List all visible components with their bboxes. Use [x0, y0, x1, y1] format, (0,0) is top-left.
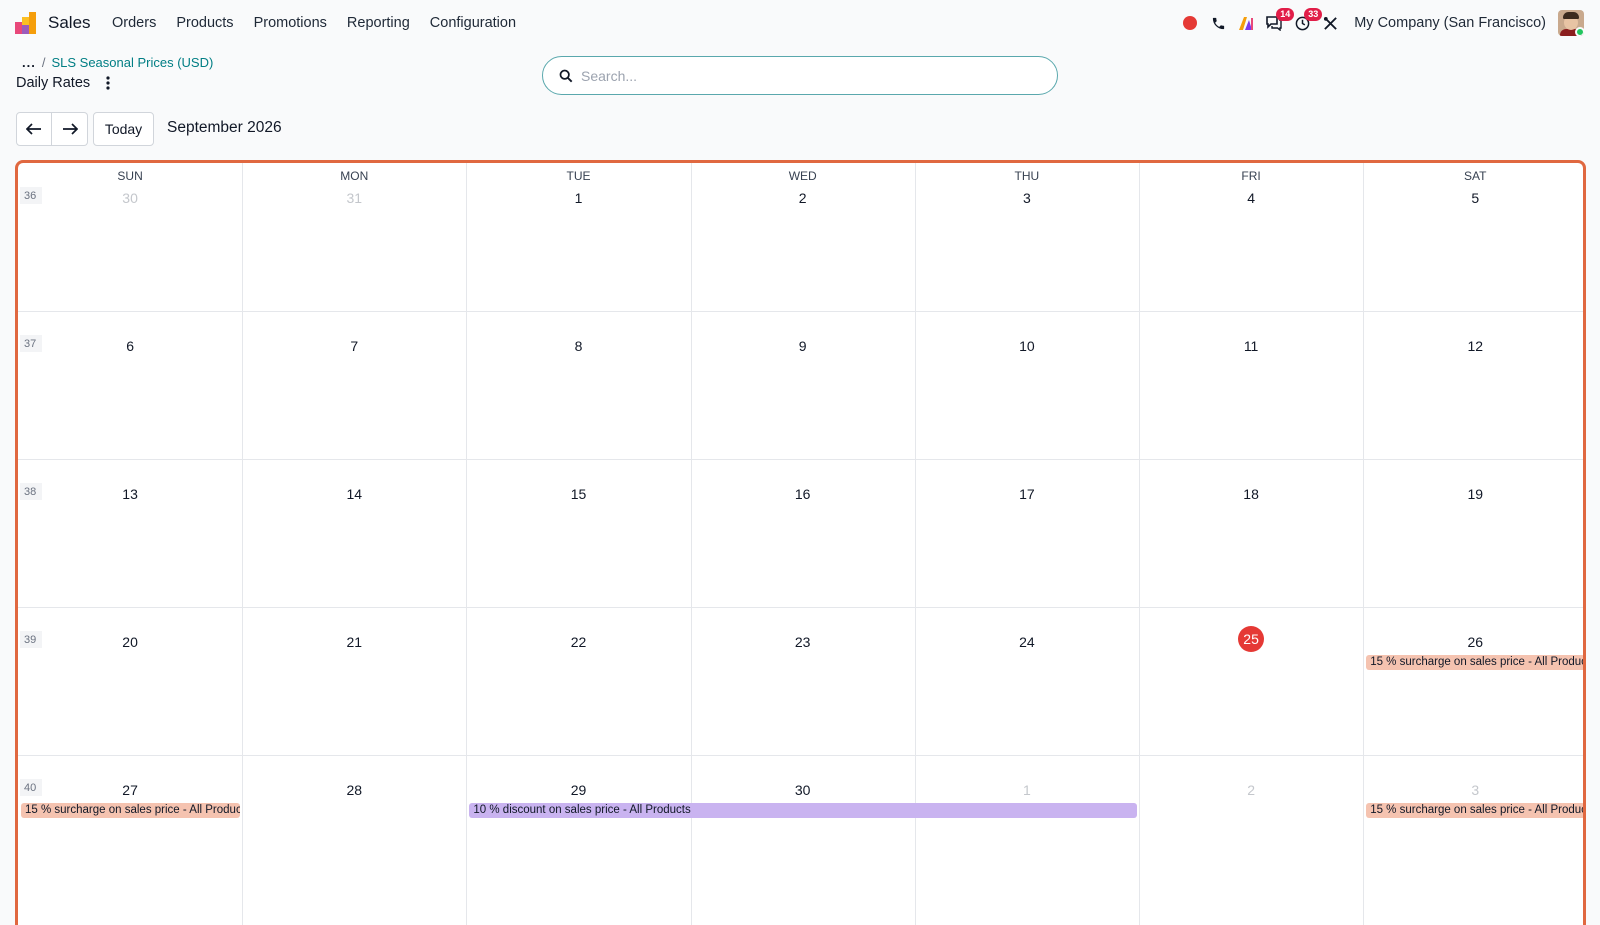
day-number[interactable]: 3	[1460, 782, 1490, 798]
day-number[interactable]: 13	[115, 486, 145, 502]
week-number: 40	[20, 779, 42, 796]
weekday-mon: MON	[340, 169, 369, 183]
column-divider	[242, 163, 244, 925]
column-divider	[466, 163, 468, 925]
today-button[interactable]: Today	[93, 112, 154, 146]
tools-icon[interactable]	[1316, 0, 1344, 46]
next-period-button[interactable]	[52, 112, 88, 146]
ai-icon[interactable]	[1232, 0, 1260, 46]
breadcrumb: ... / SLS Seasonal Prices (USD)	[22, 55, 213, 70]
weekday-fri: FRI	[1241, 169, 1261, 183]
week-number: 37	[20, 335, 42, 352]
arrow-right-icon	[62, 123, 78, 135]
menu-configuration[interactable]: Configuration	[430, 15, 516, 31]
day-number[interactable]: 29	[564, 782, 594, 798]
day-number[interactable]: 8	[564, 338, 594, 354]
search-bar	[542, 56, 1058, 95]
day-number[interactable]: 3	[1012, 190, 1042, 206]
calendar-event-surcharge[interactable]: 15 % surcharge on sales price - All Prod…	[1366, 655, 1583, 670]
day-number[interactable]: 21	[339, 634, 369, 650]
column-divider	[1363, 163, 1365, 925]
day-number[interactable]: 27	[115, 782, 145, 798]
row-divider	[18, 607, 1583, 608]
day-number[interactable]: 4	[1236, 190, 1266, 206]
current-period: September 2026	[167, 119, 282, 136]
breadcrumb-more[interactable]: ...	[22, 55, 36, 70]
day-number[interactable]: 31	[339, 190, 369, 206]
month-calendar: SUN MON TUE WED THU FRI SAT 36 30 31 1 2 3 4 5 37 6 7 8 9 1…	[15, 160, 1586, 925]
weekday-wed: WED	[788, 169, 817, 183]
day-number[interactable]: 26	[1460, 634, 1490, 650]
week-number: 39	[20, 631, 42, 648]
breadcrumb-separator: /	[41, 55, 46, 70]
weekday-thu: THU	[1014, 169, 1040, 183]
messages-icon[interactable]: 14	[1260, 0, 1295, 46]
week-number: 36	[20, 187, 42, 204]
day-number[interactable]: 20	[115, 634, 145, 650]
day-number[interactable]: 12	[1460, 338, 1490, 354]
previous-period-button[interactable]	[16, 112, 52, 146]
row-divider	[18, 311, 1583, 312]
sales-app-icon[interactable]	[14, 11, 38, 35]
day-number[interactable]: 2	[1236, 782, 1266, 798]
day-number[interactable]: 1	[564, 190, 594, 206]
day-number[interactable]: 17	[1012, 486, 1042, 502]
calendar-event-discount[interactable]: 10 % discount on sales price - All Produ…	[469, 803, 1137, 818]
calendar-event-surcharge[interactable]: 15 % surcharge on sales price - All Prod…	[21, 803, 241, 818]
breadcrumb-parent-link[interactable]: SLS Seasonal Prices (USD)	[51, 55, 213, 70]
record-icon[interactable]	[1176, 0, 1204, 46]
weekday-tue: TUE	[566, 169, 591, 183]
day-number[interactable]: 23	[788, 634, 818, 650]
weekday-header: SUN MON TUE WED THU FRI SAT	[18, 163, 1583, 185]
weekday-sat: SAT	[1464, 169, 1487, 183]
top-navbar: Sales Orders Products Promotions Reporti…	[0, 0, 1600, 46]
week-number: 38	[20, 483, 42, 500]
day-number[interactable]: 2	[788, 190, 818, 206]
day-number[interactable]: 16	[788, 486, 818, 502]
day-number[interactable]: 24	[1012, 634, 1042, 650]
calendar-event-surcharge[interactable]: 15 % surcharge on sales price - All Prod…	[1366, 803, 1583, 818]
company-switcher[interactable]: My Company (San Francisco)	[1354, 15, 1546, 31]
weekday-sun: SUN	[117, 169, 143, 183]
online-status-dot	[1575, 27, 1584, 36]
app-name[interactable]: Sales	[48, 13, 91, 33]
day-number[interactable]: 30	[115, 190, 145, 206]
activities-clock-icon[interactable]: 33	[1288, 0, 1323, 46]
page-title: Daily Rates	[16, 75, 91, 91]
menu-orders[interactable]: Orders	[112, 15, 156, 31]
systray: 14 33 My Company (San Francisco)	[1176, 0, 1600, 46]
user-avatar[interactable]	[1558, 10, 1584, 36]
day-number[interactable]: 14	[339, 486, 369, 502]
row-divider	[18, 459, 1583, 460]
phone-icon[interactable]	[1204, 0, 1232, 46]
today-date[interactable]: 25	[1238, 626, 1265, 652]
menu-promotions[interactable]: Promotions	[254, 15, 327, 31]
day-number[interactable]: 19	[1460, 486, 1490, 502]
day-number[interactable]: 15	[564, 486, 594, 502]
search-icon	[559, 69, 573, 88]
row-divider	[18, 755, 1583, 756]
day-number[interactable]: 10	[1012, 338, 1042, 354]
actions-menu-icon[interactable]	[100, 74, 116, 92]
day-number[interactable]: 5	[1460, 190, 1490, 206]
day-number[interactable]: 28	[339, 782, 369, 798]
main-menu: Orders Products Promotions Reporting Con…	[112, 15, 536, 31]
day-number[interactable]: 22	[564, 634, 594, 650]
column-divider	[1139, 163, 1140, 925]
search-input[interactable]	[581, 67, 1041, 84]
menu-products[interactable]: Products	[176, 15, 233, 31]
calendar-nav	[16, 112, 88, 146]
menu-reporting[interactable]: Reporting	[347, 15, 410, 31]
day-number[interactable]: 18	[1236, 486, 1266, 502]
day-number[interactable]: 6	[115, 338, 145, 354]
day-number[interactable]: 30	[788, 782, 818, 798]
day-number[interactable]: 11	[1236, 338, 1266, 354]
day-number[interactable]: 7	[339, 338, 369, 354]
arrow-left-icon	[26, 123, 41, 135]
day-number[interactable]: 1	[1012, 782, 1042, 798]
day-number[interactable]: 9	[788, 338, 818, 354]
